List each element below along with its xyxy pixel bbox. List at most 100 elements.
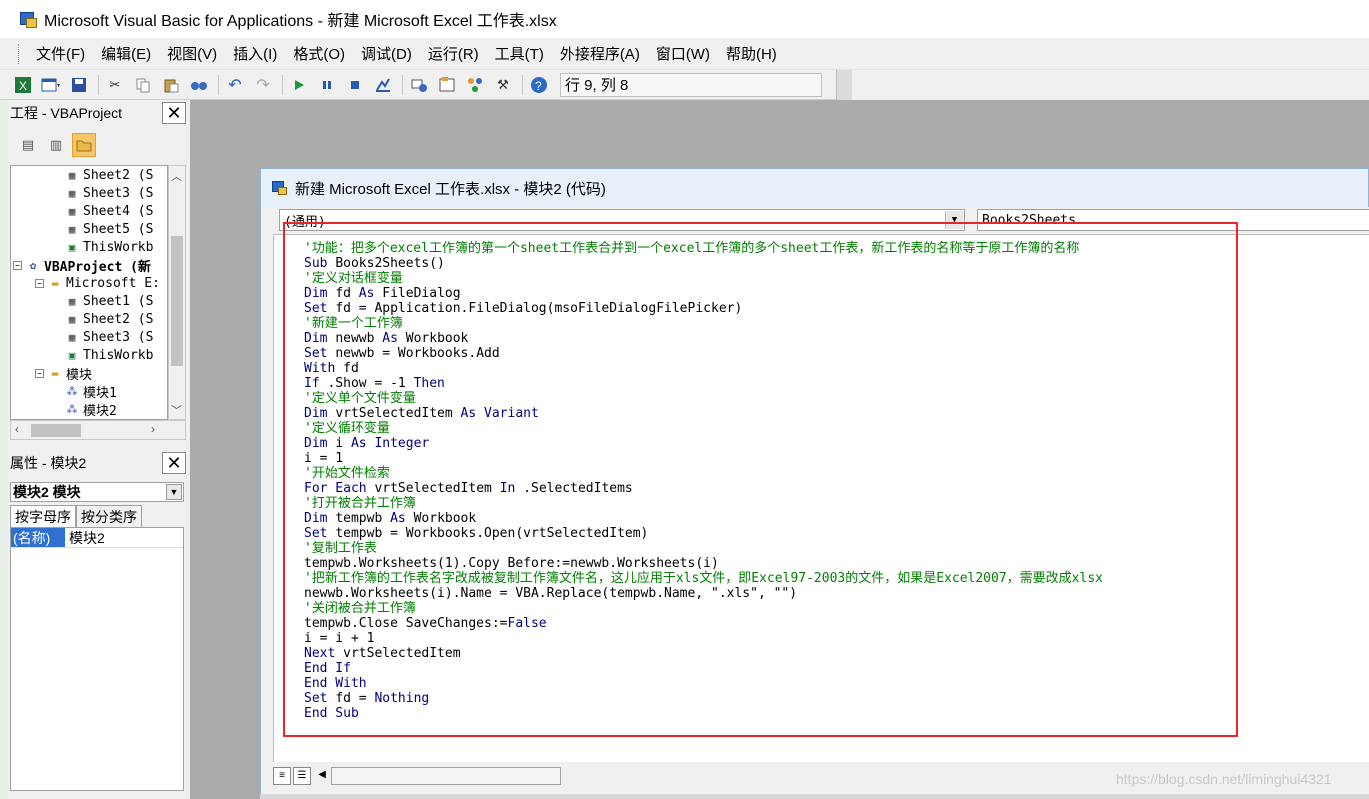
code-line[interactable]: '关闭被合并工作簿 (304, 601, 1103, 616)
menu-help[interactable]: 帮助(H) (718, 43, 785, 64)
tab-alphabetic[interactable]: 按字母序 (10, 505, 76, 527)
tree-item[interactable]: ⁂ 模块1 (65, 382, 117, 401)
tree-item[interactable]: ▦ Sheet3 (S (65, 328, 154, 346)
run-icon[interactable] (288, 74, 310, 96)
chevron-left-icon[interactable]: ‹ (15, 422, 19, 436)
menu-addins[interactable]: 外接程序(A) (552, 43, 648, 64)
save-icon[interactable] (68, 74, 90, 96)
tree-item[interactable]: ▦ Sheet5 (S (65, 220, 154, 238)
code-line[interactable]: '打开被合并工作簿 (304, 496, 1103, 511)
code-line[interactable]: '定义对话框变量 (304, 271, 1103, 286)
tree-item-vbaproject[interactable]: − ✿ VBAProject (新 (13, 256, 151, 275)
cut-icon[interactable]: ✂ (104, 74, 126, 96)
property-row[interactable]: (名称) 模块2 (11, 528, 183, 548)
undo-icon[interactable]: ↶ (224, 74, 246, 96)
paste-icon[interactable] (160, 74, 182, 96)
procedure-combo[interactable]: Books2Sheets (977, 209, 1369, 231)
menu-insert[interactable]: 插入(I) (225, 43, 285, 64)
code-line[interactable]: Dim i As Integer (304, 436, 1103, 451)
property-value[interactable]: 模块2 (65, 528, 105, 548)
object-select[interactable]: 模块2 模块 ▼ (10, 482, 184, 502)
collapse-icon[interactable]: − (13, 260, 22, 270)
code-line[interactable]: '复制工作表 (304, 541, 1103, 556)
code-line[interactable]: tempwb.Close SaveChanges:=False (304, 616, 1103, 631)
code-line[interactable]: With fd (304, 361, 1103, 376)
code-lines[interactable]: '功能：把多个excel工作簿的第一个sheet工作表合并到一个excel工作簿… (304, 241, 1103, 721)
project-horizontal-scrollbar[interactable]: ‹ › (10, 420, 186, 440)
code-line[interactable]: '新建一个工作簿 (304, 316, 1103, 331)
chevron-down-icon[interactable]: ﹀ (171, 402, 182, 418)
chevron-right-icon[interactable]: › (151, 422, 155, 436)
menu-run[interactable]: 运行(R) (420, 43, 487, 64)
procedure-view-icon[interactable]: ≡ (273, 767, 291, 785)
code-line[interactable]: Set fd = Nothing (304, 691, 1103, 706)
full-module-view-icon[interactable]: ☰ (293, 767, 311, 785)
tree-item-folder[interactable]: − ▬ 模块 (35, 364, 92, 383)
tree-item[interactable]: ▦ Sheet3 (S (65, 184, 154, 202)
code-line[interactable]: Set fd = Application.FileDialog(msoFileD… (304, 301, 1103, 316)
break-icon[interactable] (316, 74, 338, 96)
code-line[interactable]: newwb.Worksheets(i).Name = VBA.Replace(t… (304, 586, 1103, 601)
project-vertical-scrollbar[interactable]: ︿ ﹀ (168, 165, 186, 420)
redo-icon[interactable]: ↷ (252, 74, 274, 96)
code-line[interactable]: '功能：把多个excel工作簿的第一个sheet工作表合并到一个excel工作簿… (304, 241, 1103, 256)
code-line[interactable]: '把新工作簿的工作表名字改成被复制工作簿文件名，这儿应用于xls文件，即Exce… (304, 571, 1103, 586)
code-line[interactable]: Dim vrtSelectedItem As Variant (304, 406, 1103, 421)
code-line[interactable]: End With (304, 676, 1103, 691)
toolbox-icon[interactable]: ⚒ (492, 74, 514, 96)
chevron-up-icon[interactable]: ︿ (171, 168, 182, 184)
toolbar-overflow-button[interactable] (836, 70, 852, 100)
collapse-icon[interactable]: − (35, 368, 44, 378)
code-line[interactable]: Set newwb = Workbooks.Add (304, 346, 1103, 361)
code-line[interactable]: End Sub (304, 706, 1103, 721)
chevron-down-icon[interactable]: ▼ (166, 484, 182, 500)
code-line[interactable]: i = 1 (304, 451, 1103, 466)
code-line[interactable]: i = i + 1 (304, 631, 1103, 646)
project-explorer-icon[interactable] (408, 74, 430, 96)
tree-item[interactable]: ▦ Sheet2 (S (65, 310, 154, 328)
object-combo[interactable]: (通用) ▼ (279, 209, 965, 231)
find-icon[interactable] (188, 74, 210, 96)
excel-icon[interactable]: X (12, 74, 34, 96)
tree-item[interactable]: ⁂ 模块2 (65, 400, 117, 419)
toggle-folders-icon[interactable] (72, 133, 96, 157)
view-code-icon[interactable]: ▤ (16, 133, 40, 157)
menu-debug[interactable]: 调试(D) (353, 43, 420, 64)
chevron-down-icon[interactable]: ▼ (945, 211, 963, 229)
code-line[interactable]: Dim fd As FileDialog (304, 286, 1103, 301)
close-icon[interactable]: ✕ (162, 452, 186, 474)
code-line[interactable]: If .Show = -1 Then (304, 376, 1103, 391)
properties-icon[interactable] (436, 74, 458, 96)
code-line[interactable]: End If (304, 661, 1103, 676)
close-icon[interactable]: ✕ (162, 102, 186, 124)
tab-categorized[interactable]: 按分类序 (76, 505, 142, 527)
tree-item[interactable]: ▣ ThisWorkb (65, 346, 154, 364)
scroll-thumb[interactable] (31, 424, 81, 437)
code-line[interactable]: Dim newwb As Workbook (304, 331, 1103, 346)
menu-file[interactable]: 文件(F) (28, 43, 93, 64)
chevron-left-icon[interactable]: ◀ (313, 767, 331, 785)
reset-icon[interactable] (344, 74, 366, 96)
scroll-thumb[interactable] (171, 236, 183, 366)
tree-item-folder[interactable]: − ▬ Microsoft E: (35, 274, 160, 292)
menu-window[interactable]: 窗口(W) (648, 43, 718, 64)
code-line[interactable]: Set tempwb = Workbooks.Open(vrtSelectedI… (304, 526, 1103, 541)
design-mode-icon[interactable] (372, 74, 394, 96)
code-line[interactable]: '开始文件检索 (304, 466, 1103, 481)
menu-tools[interactable]: 工具(T) (487, 43, 552, 64)
tree-item[interactable]: ▦ Sheet2 (S (65, 166, 154, 184)
collapse-icon[interactable]: − (35, 278, 44, 288)
help-icon[interactable]: ? (528, 74, 550, 96)
code-line[interactable]: Next vrtSelectedItem (304, 646, 1103, 661)
menu-view[interactable]: 视图(V) (159, 43, 225, 64)
tree-item[interactable]: ▣ ThisWorkb (65, 238, 154, 256)
object-browser-icon[interactable] (464, 74, 486, 96)
code-horizontal-scrollbar[interactable] (331, 767, 561, 785)
code-line[interactable]: Dim tempwb As Workbook (304, 511, 1103, 526)
menu-edit[interactable]: 编辑(E) (93, 43, 159, 64)
tree-item[interactable]: ▦ Sheet1 (S (65, 292, 154, 310)
view-object-icon[interactable]: ▥ (44, 133, 68, 157)
insert-form-icon[interactable] (40, 74, 62, 96)
code-line[interactable]: tempwb.Worksheets(1).Copy Before:=newwb.… (304, 556, 1103, 571)
code-editor[interactable]: '功能：把多个excel工作簿的第一个sheet工作表合并到一个excel工作簿… (273, 234, 1369, 762)
